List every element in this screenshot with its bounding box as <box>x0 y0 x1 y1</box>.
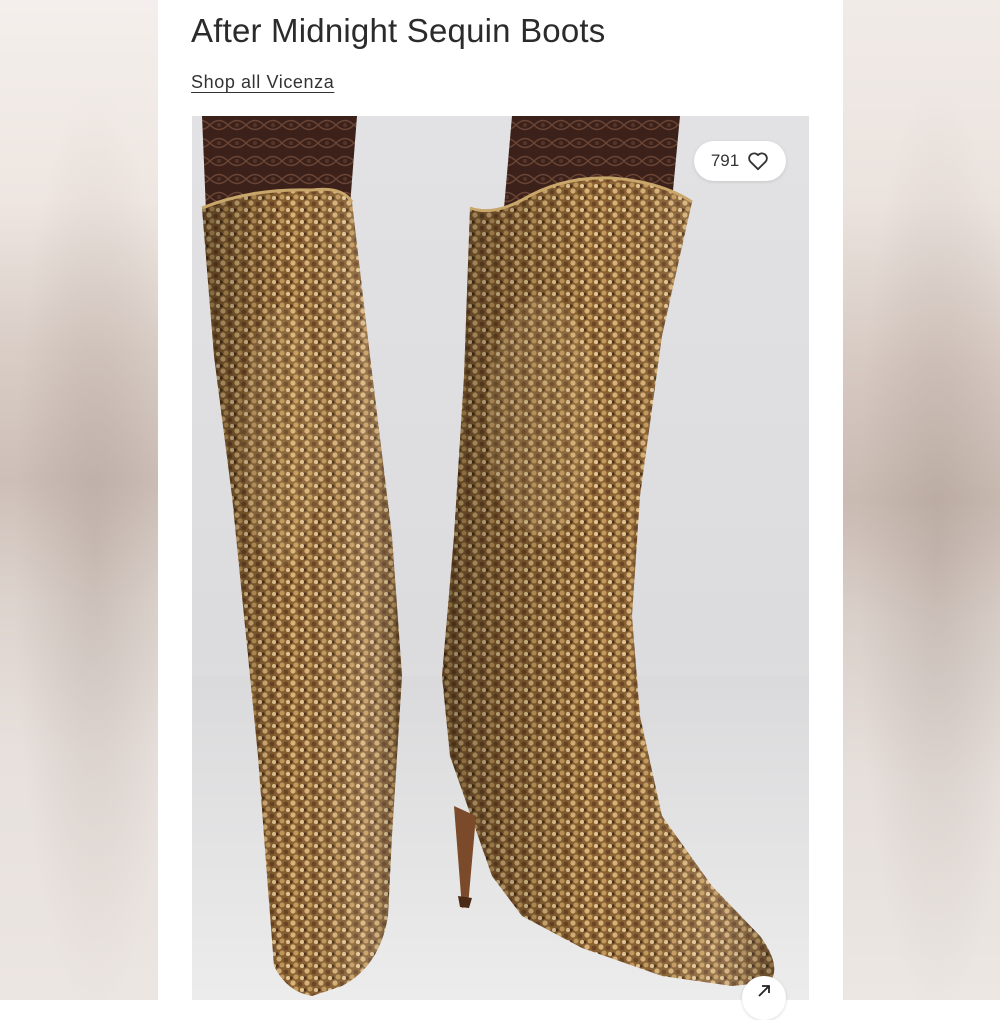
like-button[interactable]: 791 <box>694 141 786 181</box>
arrow-up-right-icon <box>756 983 772 1004</box>
like-count: 791 <box>710 151 740 170</box>
product-title: After Midnight Sequin Boots <box>191 12 606 49</box>
product-image[interactable] <box>192 116 809 1000</box>
boots-illustration <box>192 116 809 1000</box>
shop-all-brand-link[interactable]: Shop all Vicenza <box>191 72 334 93</box>
blurred-background-left <box>0 0 158 1000</box>
product-panel: After Midnight Sequin Boots Shop all Vic… <box>158 0 843 1020</box>
blurred-background-right <box>843 0 1000 1000</box>
heart-icon <box>747 151 769 171</box>
expand-image-button[interactable] <box>742 976 786 1020</box>
